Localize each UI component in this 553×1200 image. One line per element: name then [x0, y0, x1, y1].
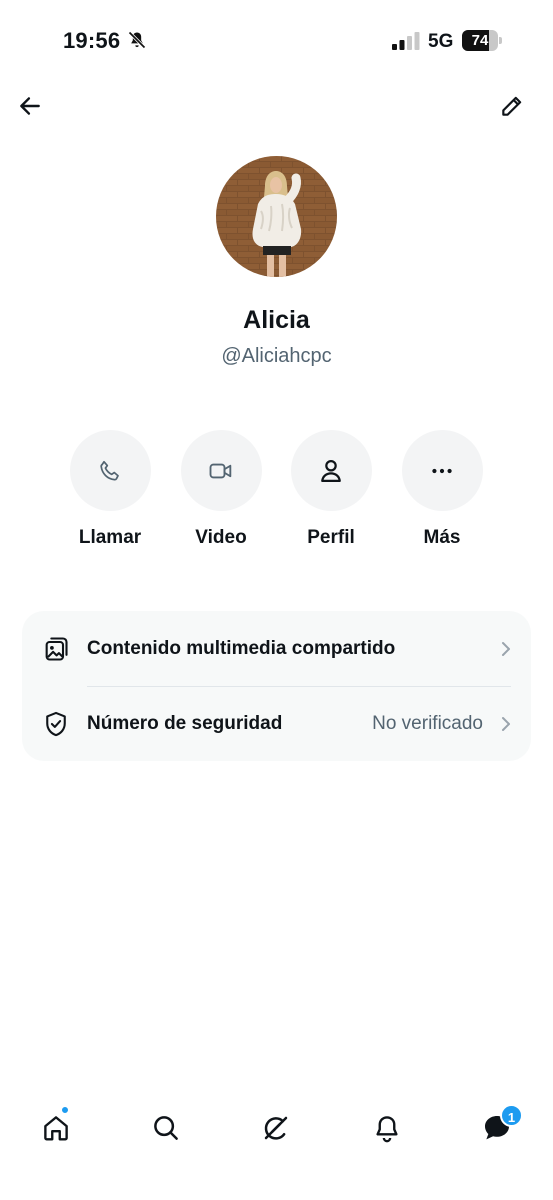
profile-handle: @Aliciahcpc [221, 345, 332, 367]
grok-icon [264, 1116, 288, 1140]
person-icon [321, 459, 341, 482]
chevron-right-icon [502, 641, 510, 656]
battery-level: 74 [471, 32, 489, 49]
video-label: Video [195, 527, 247, 548]
chevron-right-icon [502, 716, 510, 731]
security-number-row[interactable]: Número de seguridad No verificado [22, 686, 531, 761]
video-camera-icon [209, 463, 232, 478]
more-button[interactable]: Más [392, 430, 492, 549]
shared-media-row[interactable]: Contenido multimedia compartido [22, 611, 531, 686]
bottom-nav [0, 1090, 553, 1160]
back-button[interactable] [14, 90, 46, 122]
arrow-left-icon [20, 97, 40, 115]
security-status: No verificado [372, 712, 483, 734]
call-label: Llamar [78, 527, 142, 548]
messages-badge: 1 [500, 1104, 523, 1127]
more-label: Más [423, 527, 461, 548]
profile-name: Alicia [243, 306, 310, 334]
signal-bars-icon [392, 32, 420, 50]
phone-icon [100, 460, 119, 481]
battery-icon: 74 [462, 30, 502, 51]
media-gallery-icon [42, 635, 70, 663]
home-icon [44, 1116, 68, 1141]
nav-grok[interactable] [256, 1108, 296, 1148]
nav-search[interactable] [146, 1108, 186, 1148]
shared-media-label: Contenido multimedia compartido [87, 637, 396, 659]
settings-card: Contenido multimedia compartido Número d… [22, 611, 531, 761]
video-button[interactable]: Video [171, 430, 271, 549]
more-button-circle[interactable] [401, 430, 483, 511]
status-time: 19:56 [63, 28, 121, 53]
bell-slash-icon [128, 31, 146, 49]
video-button-circle[interactable] [180, 430, 262, 511]
call-button[interactable]: Llamar [60, 430, 160, 549]
shield-check-icon [42, 710, 70, 738]
profile-button[interactable]: Perfil [281, 430, 381, 549]
status-bar: 19:56 5G 74 [0, 0, 553, 80]
avatar[interactable] [216, 156, 337, 277]
edit-button[interactable] [496, 90, 528, 122]
search-icon [154, 1116, 178, 1140]
pencil-icon [502, 96, 522, 116]
profile-label: Perfil [307, 527, 355, 548]
call-button-circle[interactable] [69, 430, 151, 511]
nav-notifications[interactable] [367, 1108, 407, 1148]
network-type: 5G [428, 31, 454, 52]
security-number-label: Número de seguridad [87, 712, 283, 734]
nav-home[interactable] [36, 1108, 76, 1148]
bell-icon [376, 1116, 398, 1143]
profile-button-circle[interactable] [290, 430, 372, 511]
home-unread-dot [61, 1106, 69, 1114]
more-dots-icon [432, 468, 452, 473]
